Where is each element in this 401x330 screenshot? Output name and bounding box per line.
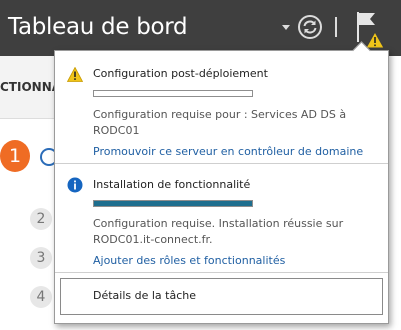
background-tab-label: CTIONNA: [0, 80, 62, 94]
notification-title: Installation de fonctionnalité: [93, 178, 251, 191]
title-bar: Tableau de bord: [0, 0, 401, 56]
step-circle: 4: [30, 286, 52, 308]
notification-description: Configuration requise. Installation réus…: [93, 216, 373, 248]
info-icon: [67, 177, 83, 193]
notification-description: Configuration requise pour : Services AD…: [93, 107, 373, 139]
description-line: RODC01.it-connect.fr.: [93, 233, 213, 246]
divider: [55, 272, 388, 273]
promote-domain-controller-link[interactable]: Promouvoir ce serveur en contrôleur de d…: [93, 145, 363, 158]
add-roles-features-link[interactable]: Ajouter des rôles et fonctionnalités: [93, 254, 285, 267]
progress-bar: [93, 90, 253, 97]
warning-icon: [67, 67, 83, 82]
task-details-label: Détails de la tâche: [93, 289, 197, 302]
progress-bar: [93, 200, 253, 207]
page-title: Tableau de bord: [8, 14, 188, 40]
step-circle: 2: [30, 208, 52, 230]
background-tab[interactable]: CTIONNA: [0, 56, 62, 119]
description-line: Configuration requise pour : Services AD…: [93, 108, 347, 121]
description-line: Configuration requise. Installation réus…: [93, 217, 344, 230]
refresh-icon[interactable]: [297, 14, 323, 40]
dropdown-arrow-icon[interactable]: [282, 25, 290, 30]
notifications-panel: Configuration post-déploiement Configura…: [54, 41, 389, 324]
notification-title: Configuration post-déploiement: [93, 67, 268, 80]
step-circle: 3: [30, 247, 52, 269]
divider: [55, 163, 388, 164]
progress-fill: [94, 201, 252, 206]
separator: [335, 17, 337, 37]
step-circle-active: 1: [0, 140, 30, 172]
description-line: RODC01: [93, 124, 140, 137]
warning-badge-icon: [365, 30, 385, 49]
task-details-button[interactable]: Détails de la tâche: [60, 278, 383, 315]
